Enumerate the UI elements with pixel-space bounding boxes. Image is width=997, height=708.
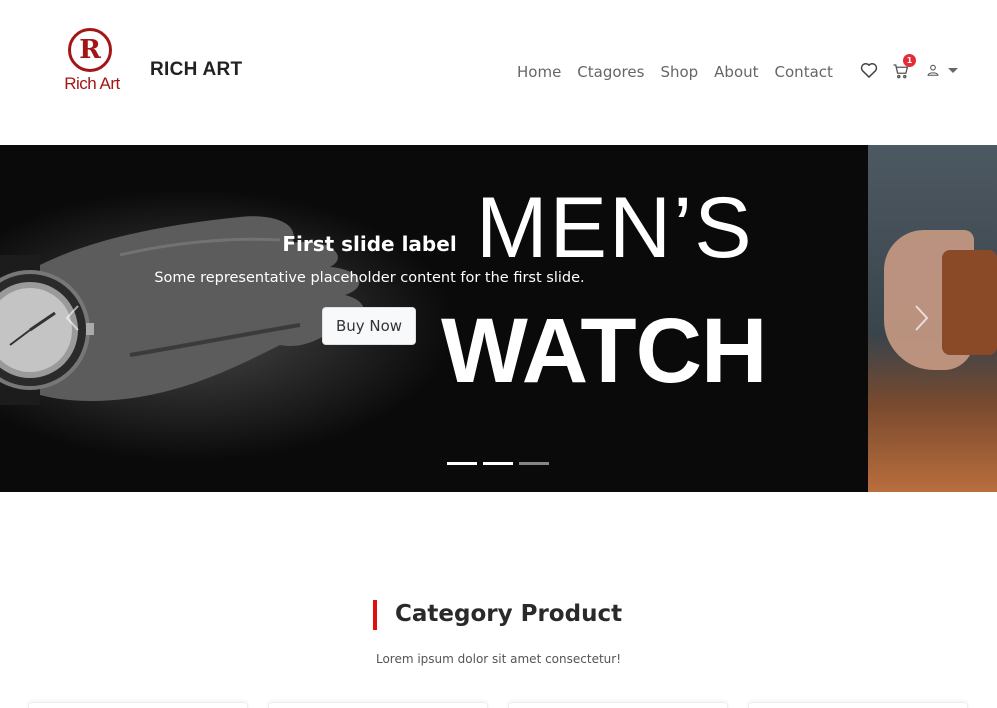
banner-line-mens: MEN’S [476, 180, 754, 276]
carousel-next-button[interactable] [908, 303, 934, 333]
slide-image-watch: MEN’S WATCH [0, 145, 868, 492]
category-card[interactable] [508, 702, 728, 708]
caption-text: Some representative placeholder content … [154, 270, 585, 286]
carousel-indicator-3[interactable] [519, 462, 549, 465]
category-accent-bar [373, 600, 377, 630]
nav-categories[interactable]: Ctagores [577, 63, 644, 81]
nav-icons: 1 [859, 54, 969, 84]
logo-circle: R [68, 28, 112, 72]
category-title: Category Product [395, 601, 623, 627]
brand-name[interactable]: RICH ART [150, 59, 242, 81]
chevron-right-icon [915, 305, 929, 331]
nav-about[interactable]: About [714, 63, 758, 81]
wallet-shape [942, 250, 997, 355]
nav-shop[interactable]: Shop [660, 63, 698, 81]
nav-home[interactable]: Home [517, 63, 561, 81]
caret-down-icon[interactable] [948, 68, 958, 73]
cart-count-badge: 1 [903, 54, 916, 67]
carousel-prev-button[interactable] [60, 303, 86, 333]
carousel-indicators [447, 462, 555, 465]
buy-now-button[interactable]: Buy Now [322, 307, 416, 345]
caption-title: First slide label [282, 232, 457, 256]
banner-line-watch: WATCH [441, 300, 767, 402]
chevron-left-icon [65, 305, 79, 331]
main-nav: Home Ctagores Shop About Contact [517, 62, 849, 82]
category-card[interactable] [748, 702, 968, 708]
nav-contact[interactable]: Contact [775, 63, 833, 81]
logo-letter: R [79, 35, 101, 65]
hero-carousel: MEN’S WATCH First slide label Some repre… [0, 145, 997, 492]
user-icon[interactable] [926, 63, 940, 77]
category-card[interactable] [268, 702, 488, 708]
carousel-indicator-2[interactable] [483, 462, 513, 465]
category-card[interactable] [28, 702, 248, 708]
logo[interactable]: R Rich Art [56, 26, 128, 98]
site-header: R Rich Art RICH ART Home Ctagores Shop A… [0, 0, 997, 145]
carousel-indicator-1[interactable] [447, 462, 477, 465]
heart-icon[interactable] [859, 60, 879, 80]
category-subtitle: Lorem ipsum dolor sit amet consectetur! [375, 652, 622, 666]
logo-text: Rich Art [64, 74, 120, 93]
